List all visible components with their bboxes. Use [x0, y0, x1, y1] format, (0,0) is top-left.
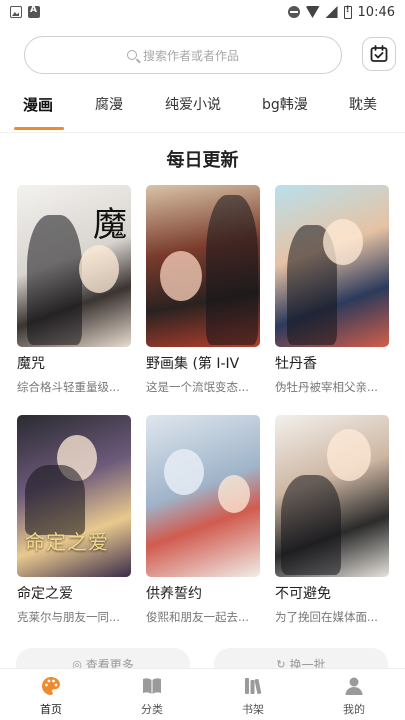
tab-manhua[interactable]: 漫画 — [23, 94, 53, 115]
person-icon — [343, 675, 365, 697]
comic-cover[interactable] — [146, 185, 260, 347]
tab-danmei[interactable]: 耽美 — [349, 94, 377, 114]
search-input[interactable]: 搜索作者或者作品 — [24, 36, 342, 74]
comic-card[interactable]: 牡丹香 伪牡丹被宰相父亲... — [275, 185, 389, 395]
search-row: 搜索作者或者作品 — [0, 36, 405, 74]
comic-title: 命定之爱 — [17, 586, 73, 602]
comic-card[interactable]: 命定之爱 命定之爱 克莱尔与朋友一同... — [17, 415, 131, 625]
cover-calligraphy: 魔 — [93, 205, 127, 245]
comic-desc: 克莱尔与朋友一同... — [17, 610, 120, 624]
comic-desc: 伪牡丹被宰相父亲... — [275, 380, 378, 394]
nav-home[interactable]: 首页 — [21, 675, 81, 717]
comic-cover[interactable]: 命定之爱 — [17, 415, 131, 577]
cover-face — [164, 449, 204, 495]
tab-fuman[interactable]: 腐漫 — [95, 94, 123, 114]
bottom-nav: 首页 分类 书架 我的 — [0, 668, 405, 720]
tab-chunai-novel[interactable]: 纯爱小说 — [165, 94, 221, 114]
battery-icon — [343, 5, 352, 19]
comic-cover[interactable]: 魔 — [17, 185, 131, 347]
comic-card[interactable]: 野画集 (第 I-IV 这是一个流氓变态... — [146, 185, 260, 395]
status-time: 10:46 — [357, 4, 395, 20]
nav-category[interactable]: 分类 — [122, 675, 182, 717]
palette-icon — [40, 675, 62, 697]
comic-title: 供养誓约 — [146, 586, 202, 602]
cover-face — [323, 219, 363, 265]
comic-desc: 这是一个流氓变态... — [146, 380, 249, 394]
comic-title: 野画集 (第 I-IV — [146, 356, 240, 372]
cover-face — [218, 475, 250, 513]
search-icon — [126, 50, 137, 60]
comic-card[interactable]: 不可避免 为了挽回在媒体面... — [275, 415, 389, 625]
tab-bg-korean[interactable]: bg韩漫 — [262, 94, 308, 114]
status-bar: 10:46 — [0, 0, 405, 24]
nav-bookshelf-label: 书架 — [242, 703, 264, 716]
active-tab-indicator — [14, 127, 64, 130]
category-tabs: 漫画 腐漫 纯爱小说 bg韩漫 耽美 — [0, 90, 405, 132]
wifi-icon — [305, 6, 320, 18]
comic-card[interactable]: 供养誓约 俊熙和朋友一起去... — [146, 415, 260, 625]
comic-cover[interactable] — [275, 415, 389, 577]
image-notification-icon — [10, 6, 22, 18]
nav-category-label: 分类 — [141, 703, 163, 716]
status-right: 10:46 — [287, 4, 395, 20]
comic-card[interactable]: 魔 魔咒 综合格斗轻重量级... — [17, 185, 131, 395]
cover-title-art: 命定之爱 — [25, 530, 109, 554]
comic-desc: 为了挽回在媒体面... — [275, 610, 378, 624]
cover-face — [79, 245, 119, 293]
comic-desc: 综合格斗轻重量级... — [17, 380, 120, 394]
cover-figure — [206, 195, 258, 345]
nav-profile-label: 我的 — [343, 703, 365, 716]
signal-icon — [325, 6, 338, 18]
comic-cover[interactable] — [146, 415, 260, 577]
cover-face — [327, 429, 371, 481]
calendar-check-button[interactable] — [362, 37, 396, 71]
cover-figure — [281, 475, 341, 575]
comic-title: 魔咒 — [17, 356, 45, 372]
app-notification-icon — [28, 5, 40, 18]
nav-bookshelf[interactable]: 书架 — [223, 675, 283, 717]
comic-desc: 俊熙和朋友一起去... — [146, 610, 249, 624]
cover-figure — [25, 465, 85, 535]
do-not-disturb-icon — [287, 6, 300, 18]
tabs-divider — [0, 132, 405, 133]
calendar-check-icon — [370, 45, 388, 62]
bookshelf-icon — [242, 675, 264, 697]
cover-face — [160, 251, 202, 301]
comic-title: 不可避免 — [275, 586, 331, 602]
book-icon — [141, 675, 163, 697]
search-placeholder: 搜索作者或者作品 — [142, 48, 239, 63]
comic-cover[interactable] — [275, 185, 389, 347]
nav-profile[interactable]: 我的 — [324, 675, 384, 717]
status-left — [10, 5, 40, 18]
comic-title: 牡丹香 — [275, 356, 317, 372]
cover-figure — [27, 215, 82, 345]
section-title: 每日更新 — [166, 150, 239, 171]
nav-home-label: 首页 — [40, 703, 62, 716]
